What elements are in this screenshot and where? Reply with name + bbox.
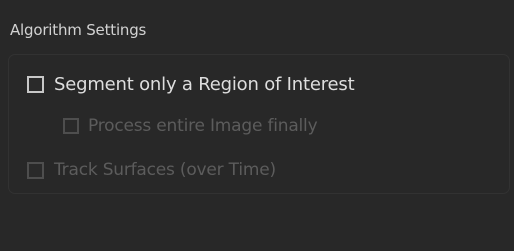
segment-roi-label[interactable]: Segment only a Region of Interest xyxy=(54,74,355,95)
segment-roi-checkbox[interactable] xyxy=(27,76,44,93)
track-surfaces-label: Track Surfaces (over Time) xyxy=(54,160,276,180)
process-entire-image-checkbox xyxy=(63,118,79,134)
track-surfaces-option: Track Surfaces (over Time) xyxy=(27,160,276,180)
section-title: Algorithm Settings xyxy=(10,21,147,39)
algorithm-settings-panel: Algorithm Settings Segment only a Region… xyxy=(0,0,514,251)
process-entire-image-label: Process entire Image finally xyxy=(88,116,318,136)
track-surfaces-checkbox xyxy=(27,161,44,179)
segment-roi-option[interactable]: Segment only a Region of Interest xyxy=(27,74,355,95)
process-entire-image-option: Process entire Image finally xyxy=(63,116,318,136)
